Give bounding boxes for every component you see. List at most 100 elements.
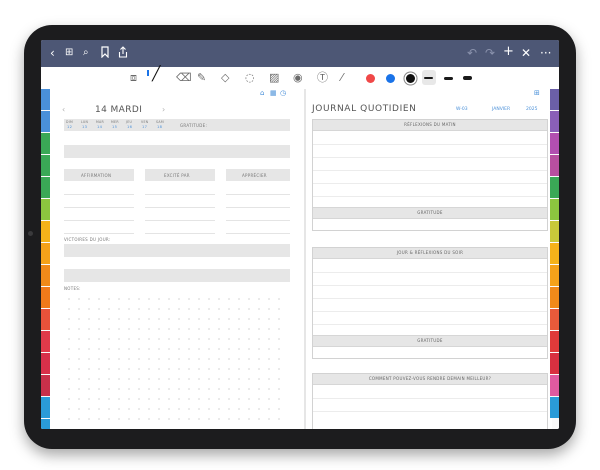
ruler-icon[interactable]: ⁄ (341, 71, 343, 84)
right-month-tab[interactable] (550, 397, 559, 418)
week-number[interactable]: W-03 (456, 107, 468, 112)
appreciate-line[interactable] (226, 233, 290, 234)
left-month-tab[interactable]: MAR (41, 177, 50, 198)
excited-line[interactable] (145, 207, 215, 208)
appreciate-line[interactable] (226, 194, 290, 195)
left-month-tab[interactable]: NOV (41, 353, 50, 374)
highlighter-icon[interactable]: ✎ (197, 71, 206, 84)
writing-line[interactable] (313, 144, 547, 145)
plus-icon[interactable]: + (503, 45, 514, 59)
right-month-tab[interactable]: SEP (550, 309, 559, 330)
writing-line[interactable] (313, 196, 547, 197)
notes-dot-grid[interactable] (64, 294, 286, 424)
right-month-tab[interactable]: MAR (550, 177, 559, 198)
left-month-tab[interactable]: DEC (41, 397, 50, 418)
victories-field[interactable] (64, 244, 290, 257)
appreciate-line[interactable] (226, 207, 290, 208)
day-number-link[interactable]: 14 (97, 125, 102, 129)
writing-line[interactable] (313, 311, 547, 312)
writing-line[interactable] (313, 157, 547, 158)
left-month-tab[interactable]: FEV (41, 155, 50, 176)
right-month-tab[interactable]: JUN (550, 243, 559, 264)
shapes-icon[interactable]: ◇ (221, 71, 229, 84)
day-number-link[interactable]: 15 (112, 125, 117, 129)
undo-icon[interactable]: ↶ (467, 46, 477, 60)
right-month-tab[interactable]: JUL (550, 265, 559, 286)
right-month-tab[interactable]: JAN (550, 133, 559, 154)
prev-day-icon[interactable]: ‹ (62, 105, 65, 114)
redo-icon[interactable]: ↷ (485, 46, 495, 60)
affirmation-line[interactable] (64, 207, 134, 208)
left-month-tab[interactable]: MAI (41, 221, 50, 242)
left-month-tab[interactable]: JUN (41, 243, 50, 264)
camera-icon[interactable]: ◉ (293, 71, 303, 84)
pen-icon[interactable]: ╱ (152, 67, 160, 81)
day-number-link[interactable]: 16 (127, 125, 132, 129)
excited-line[interactable] (145, 194, 215, 195)
right-month-tab[interactable]: AVR (550, 199, 559, 220)
right-month-tab[interactable]: DEC (550, 375, 559, 396)
gratitude-field[interactable] (64, 145, 290, 158)
left-month-tab[interactable]: 2025 (41, 89, 50, 110)
calendar-icon[interactable]: ▦ (270, 89, 277, 97)
lasso-select-icon[interactable]: ⧈ (130, 71, 137, 84)
bookmark-icon[interactable] (100, 46, 110, 61)
stroke-thin-button[interactable] (424, 77, 433, 79)
left-month-tab[interactable]: AOU (41, 287, 50, 308)
affirmation-line[interactable] (64, 233, 134, 234)
color-red-swatch[interactable] (366, 74, 375, 83)
writing-line[interactable] (313, 183, 547, 184)
affirmation-line[interactable] (64, 220, 134, 221)
excited-line[interactable] (145, 220, 215, 221)
day-number-link[interactable]: 17 (142, 125, 147, 129)
writing-line[interactable] (313, 398, 547, 399)
left-month-tab[interactable]: DEC (41, 375, 50, 396)
right-month-tab[interactable]: OCT (550, 331, 559, 352)
left-month-tab[interactable]: AVR (41, 199, 50, 220)
share-icon[interactable] (118, 46, 128, 61)
left-month-tab[interactable] (41, 419, 50, 429)
more-icon[interactable]: ··· (540, 46, 551, 60)
color-blue-swatch[interactable] (386, 74, 395, 83)
image-icon[interactable]: ▨ (269, 71, 279, 84)
right-month-tab[interactable]: 2026 (550, 111, 559, 132)
color-black-swatch[interactable] (406, 74, 415, 83)
writing-line[interactable] (313, 324, 547, 325)
right-month-tab[interactable]: FEV (550, 155, 559, 176)
excited-line[interactable] (145, 233, 215, 234)
left-month-tab[interactable]: JUL (41, 265, 50, 286)
appreciate-line[interactable] (226, 220, 290, 221)
year-link[interactable]: 2025 (526, 107, 537, 112)
chevron-left-icon[interactable]: ‹ (50, 46, 55, 60)
search-icon[interactable]: ⌕ (83, 46, 89, 60)
left-month-tab[interactable]: 2026 (41, 111, 50, 132)
writing-line[interactable] (313, 411, 547, 412)
lasso-icon[interactable]: ◌ (245, 71, 255, 84)
writing-line[interactable] (313, 285, 547, 286)
eraser-icon[interactable]: ⌫ (176, 71, 192, 84)
writing-line[interactable] (313, 298, 547, 299)
home-icon[interactable]: ⌂ (260, 89, 264, 97)
writing-line[interactable] (313, 170, 547, 171)
writing-line[interactable] (313, 272, 547, 273)
bookmark-page-icon[interactable]: ⊞ (534, 89, 540, 97)
affirmation-line[interactable] (64, 194, 134, 195)
month-link[interactable]: JANVIER (492, 107, 510, 112)
close-icon[interactable]: ✕ (521, 46, 531, 60)
day-number-link[interactable]: 18 (157, 125, 162, 129)
right-month-tab[interactable]: NOV (550, 353, 559, 374)
right-month-tab[interactable]: MAI (550, 221, 559, 242)
day-number-link[interactable]: 13 (82, 125, 87, 129)
stroke-medium-button[interactable] (444, 77, 453, 80)
right-month-tab[interactable]: 2025 (550, 89, 559, 110)
left-month-tab[interactable]: OCT (41, 331, 50, 352)
left-month-tab[interactable]: JAN (41, 133, 50, 154)
left-month-tab[interactable]: SEP (41, 309, 50, 330)
day-number-link[interactable]: 12 (67, 125, 72, 129)
clock-icon[interactable]: ◷ (280, 89, 286, 97)
grid-icon[interactable]: ⊞ (65, 46, 73, 60)
right-month-tab[interactable]: AOU (550, 287, 559, 308)
text-icon[interactable]: Ⓣ (317, 71, 328, 84)
next-day-icon[interactable]: › (162, 105, 165, 114)
victories-field[interactable] (64, 269, 290, 282)
